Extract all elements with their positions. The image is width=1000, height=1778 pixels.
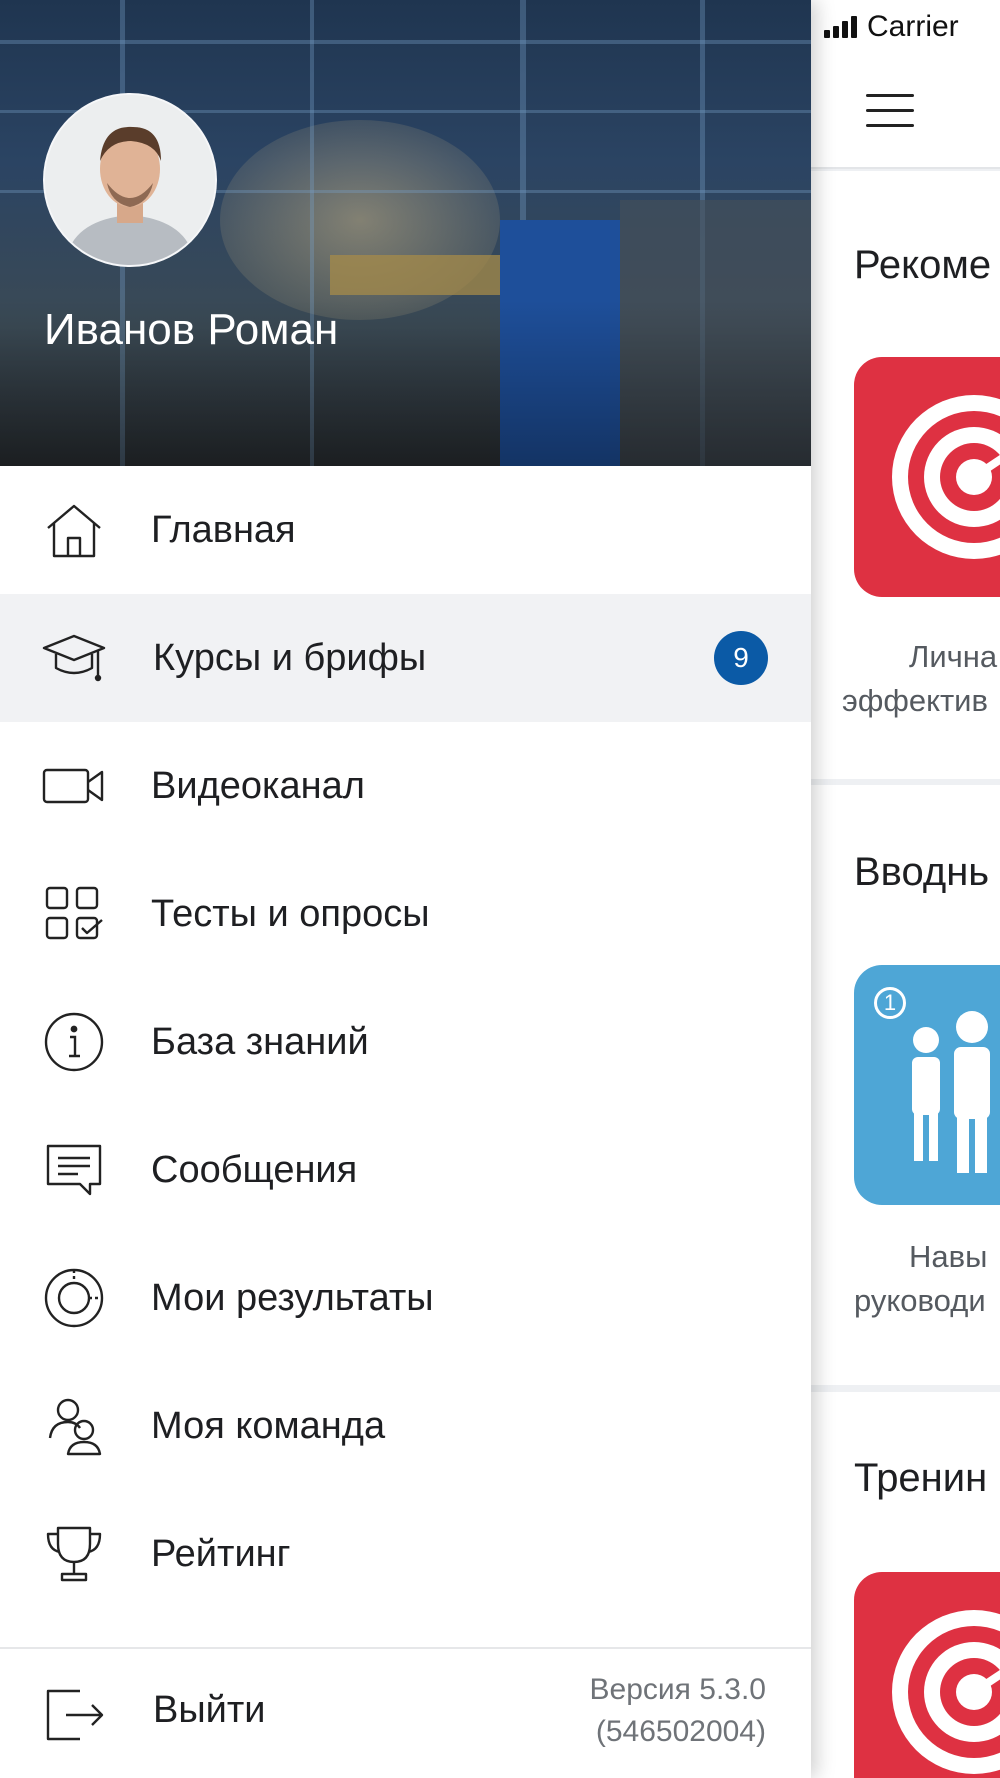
app-header [810, 54, 1000, 169]
menu-label: Рейтинг [151, 1532, 291, 1575]
card-caption-line2: руководи [854, 1283, 986, 1318]
app-version: Версия 5.3.0 (546502004) [590, 1669, 766, 1753]
menu-item-home[interactable]: Главная [0, 466, 811, 594]
course-card[interactable] [854, 1572, 1000, 1778]
drawer-header: Иванов Роман [0, 0, 811, 466]
graduation-cap-icon [42, 626, 106, 690]
logout-button[interactable]: Выйти [0, 1649, 500, 1778]
menu-label: Курсы и брифы [153, 636, 427, 679]
menu-label: Главная [151, 508, 296, 551]
navigation-drawer: Иванов Роман Главная Курсы и брифы 9 Вид… [0, 0, 811, 1778]
results-chart-icon [42, 1266, 106, 1330]
menu-label: Сообщения [151, 1148, 358, 1191]
logout-icon [42, 1681, 106, 1745]
team-icon [42, 1394, 106, 1458]
trophy-icon [42, 1522, 106, 1586]
target-icon [892, 1610, 1000, 1774]
trainings-section: Тренин [810, 1392, 1000, 1778]
target-icon [892, 395, 1000, 559]
hamburger-menu-icon[interactable] [866, 94, 914, 128]
version-number: Версия 5.3.0 [589, 1673, 766, 1706]
intro-section: Вводнь 1 Навы руководи [810, 785, 1000, 1385]
people-icon [912, 1011, 990, 1173]
menu-item-knowledge-base[interactable]: База знаний [0, 978, 811, 1106]
menu-item-videochannel[interactable]: Видеоканал [0, 722, 811, 850]
tests-grid-icon [42, 882, 106, 946]
course-card[interactable]: 1 [854, 965, 1000, 1205]
menu-label: Мои результаты [151, 1276, 434, 1319]
video-camera-icon [42, 754, 106, 818]
menu-item-my-results[interactable]: Мои результаты [0, 1234, 811, 1362]
user-avatar-icon [45, 95, 215, 265]
section-title: Рекоме [854, 243, 992, 287]
home-icon [42, 498, 106, 562]
menu-label: Тесты и опросы [151, 892, 430, 935]
drawer-menu: Главная Курсы и брифы 9 Видеоканал Тесты… [0, 466, 811, 1618]
menu-label: Видеоканал [151, 764, 365, 807]
card-caption-line1: Навы [909, 1239, 988, 1274]
menu-label: База знаний [151, 1020, 369, 1063]
logout-row: Выйти Версия 5.3.0 (546502004) [0, 1649, 811, 1778]
section-title: Тренин [854, 1456, 988, 1500]
menu-item-courses[interactable]: Курсы и брифы 9 [0, 594, 811, 722]
logout-label: Выйти [153, 1689, 266, 1731]
info-icon [42, 1010, 106, 1074]
card-caption-line2: эффектив [842, 683, 988, 718]
menu-label: Моя команда [151, 1404, 386, 1447]
menu-item-tests[interactable]: Тесты и опросы [0, 850, 811, 978]
course-card[interactable] [854, 357, 1000, 597]
menu-item-messages[interactable]: Сообщения [0, 1106, 811, 1234]
carrier-label: Carrier [867, 10, 959, 43]
recommended-section: Рекоме Лична эффектив [810, 171, 1000, 779]
message-icon [42, 1138, 106, 1202]
notification-badge: 9 [714, 631, 768, 685]
avatar[interactable] [43, 93, 217, 267]
signal-icon [824, 16, 857, 38]
section-title: Вводнь [854, 850, 990, 894]
status-bar: Carrier [810, 0, 1000, 54]
build-number: (546502004) [595, 1715, 766, 1748]
card-caption-line1: Лична [909, 639, 998, 674]
menu-item-my-team[interactable]: Моя команда [0, 1362, 811, 1490]
user-name: Иванов Роман [44, 305, 339, 354]
menu-item-rating[interactable]: Рейтинг [0, 1490, 811, 1618]
